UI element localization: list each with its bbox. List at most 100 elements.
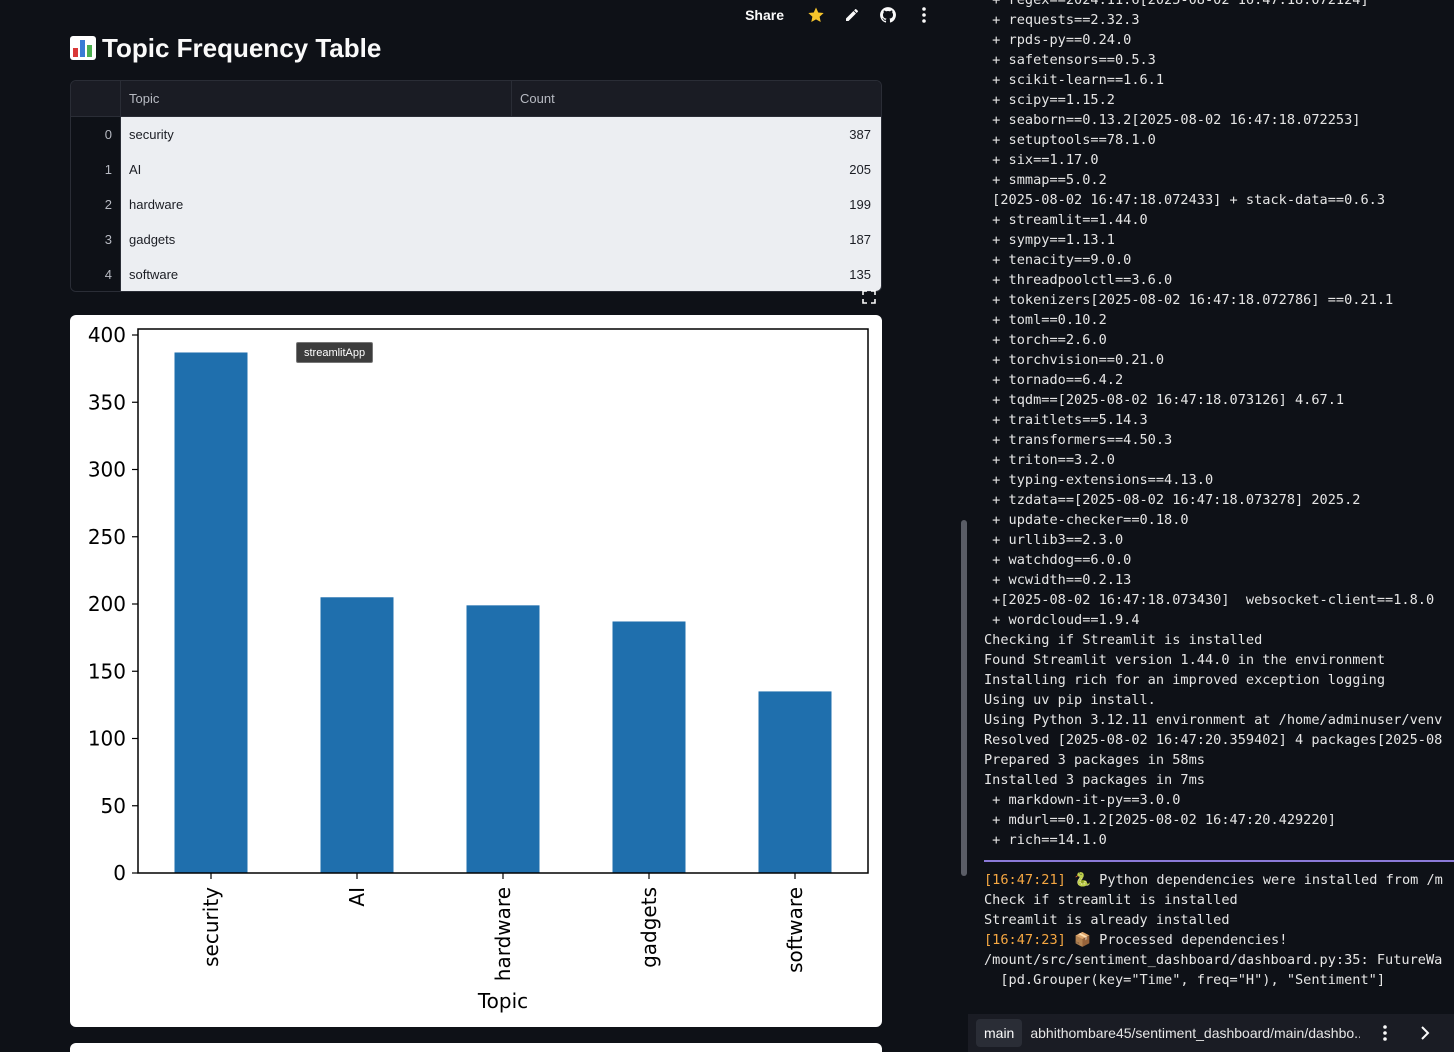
log-line: + requests==2.32.3 <box>984 12 1140 28</box>
count-cell[interactable]: 387 <box>512 117 881 152</box>
topic-cell[interactable]: gadgets <box>121 222 512 257</box>
count-cell[interactable]: 199 <box>512 187 881 222</box>
log-line: Streamlit is already installed <box>984 910 1454 930</box>
more-options-icon[interactable] <box>1370 1018 1400 1048</box>
row-index: 0 <box>71 117 121 152</box>
log-line: [16:47:23] 📦 Processed dependencies! <box>984 930 1454 950</box>
y-tick-label: 50 <box>101 794 126 818</box>
fullscreen-icon[interactable] <box>862 290 876 304</box>
log-line: + traitlets==5.14.3 <box>984 412 1148 428</box>
logs-pane: + regex==2024.11.6[2025-08-02 16:47:18.0… <box>968 0 1454 1052</box>
y-tick-label: 100 <box>88 727 126 751</box>
tooltip: streamlitApp <box>296 342 374 363</box>
bar-hardware <box>466 605 540 873</box>
log-line: + smmap==5.0.2 <box>984 172 1107 188</box>
log-timestamp: [16:47:23] <box>984 932 1066 948</box>
log-line: Check if streamlit is installed <box>984 890 1454 910</box>
log-line: + setuptools==78.1.0 <box>984 132 1156 148</box>
github-icon[interactable] <box>870 0 906 30</box>
log-line: [16:47:21] 🐍 Python dependencies were in… <box>984 870 1454 890</box>
chevron-right-icon[interactable] <box>1410 1018 1440 1048</box>
more-options-icon[interactable] <box>906 0 942 30</box>
log-text: [pd.Grouper(key="Time", freq="H"), "Sent… <box>984 972 1386 988</box>
topic-bar-chart: security AI hardware gadgets software 0 50 100 1… <box>88 323 869 1013</box>
y-tick-label: 350 <box>88 390 126 414</box>
log-line: + wcwidth==0.2.13 <box>984 572 1132 588</box>
y-tick-label: 400 <box>88 323 126 347</box>
bar-security <box>174 352 248 873</box>
bar-software <box>758 691 832 873</box>
table-row[interactable]: 2 hardware 199 <box>71 187 881 222</box>
app-pane: Share Topic Frequency Table Topic Count … <box>0 0 952 1052</box>
topic-cell[interactable]: software <box>121 257 512 291</box>
star-icon[interactable] <box>798 0 834 30</box>
topic-cell[interactable]: AI <box>121 152 512 187</box>
row-index: 2 <box>71 187 121 222</box>
row-index: 3 <box>71 222 121 257</box>
topic-frequency-table[interactable]: Topic Count 0 security 387 1 AI 205 2 hardware 1… <box>70 80 882 292</box>
column-header-topic[interactable]: Topic <box>121 81 512 116</box>
table-header: Topic Count <box>71 81 881 117</box>
log-line: + streamlit==1.44.0 <box>984 212 1148 228</box>
log-line: + six==1.17.0 <box>984 152 1099 168</box>
log-line: + watchdog==6.0.0 <box>984 552 1132 568</box>
log-line: + wordcloud==1.9.4 <box>984 612 1140 628</box>
log-text: 📦 Processed dependencies! <box>1065 932 1288 948</box>
log-line: + torchvision==0.21.0 <box>984 352 1165 368</box>
log-line: Using uv pip install. <box>984 692 1156 708</box>
log-scrollbar[interactable] <box>961 520 967 876</box>
log-line: + tzdata==[2025-08-02 16:47:18.073278] 2… <box>984 492 1361 508</box>
count-cell[interactable]: 187 <box>512 222 881 257</box>
log-line: Resolved [2025-08-02 16:47:20.359402] 4 … <box>984 732 1443 748</box>
column-header-index[interactable] <box>71 81 121 116</box>
pencil-icon[interactable] <box>834 0 870 30</box>
log-line: + mdurl==0.1.2[2025-08-02 16:47:20.42922… <box>984 812 1336 828</box>
log-line: + triton==3.2.0 <box>984 452 1115 468</box>
table-row[interactable]: 4 software 135 <box>71 257 881 291</box>
log-text: /mount/src/sentiment_dashboard/dashboard… <box>984 952 1443 968</box>
log-line: [2025-08-02 16:47:18.072433] + stack-dat… <box>984 192 1386 208</box>
log-separator <box>984 850 1454 870</box>
repo-path[interactable]: abhithombare45/sentiment_dashboard/main/… <box>1030 1025 1360 1041</box>
log-line: Prepared 3 packages in 58ms <box>984 752 1205 768</box>
log-line: + toml==0.10.2 <box>984 312 1107 328</box>
log-line: + torch==2.6.0 <box>984 332 1107 348</box>
topic-cell[interactable]: hardware <box>121 187 512 222</box>
x-tick-label: security <box>199 887 223 967</box>
log-line: Installed 3 packages in 7ms <box>984 772 1205 788</box>
bar-AI <box>320 597 394 873</box>
share-button[interactable]: Share <box>745 7 784 23</box>
count-cell[interactable]: 135 <box>512 257 881 291</box>
column-header-count[interactable]: Count <box>512 81 881 116</box>
y-tick-label: 250 <box>88 525 126 549</box>
log-line: /mount/src/sentiment_dashboard/dashboard… <box>984 950 1454 970</box>
table-row[interactable]: 1 AI 205 <box>71 152 881 187</box>
branch-badge[interactable]: main <box>976 1019 1023 1047</box>
x-tick-label: software <box>783 887 807 973</box>
y-tick-label: 150 <box>88 659 126 683</box>
table-row[interactable]: 0 security 387 <box>71 117 881 152</box>
topic-cell[interactable]: security <box>121 117 512 152</box>
log-line: Checking if Streamlit is installed <box>984 632 1263 648</box>
log-line: + tqdm==[2025-08-02 16:47:18.073126] 4.6… <box>984 392 1345 408</box>
log-line: + sympy==1.13.1 <box>984 232 1115 248</box>
log-output: + regex==2024.11.6[2025-08-02 16:47:18.0… <box>984 0 1454 990</box>
x-axis-label: Topic <box>477 989 528 1013</box>
next-card <box>70 1043 882 1052</box>
log-line: + regex==2024.11.6[2025-08-02 16:47:18.0… <box>984 0 1369 8</box>
log-timestamp: [16:47:21] <box>984 872 1066 888</box>
bar-gadgets <box>612 621 686 873</box>
page-title-text: Topic Frequency Table <box>102 32 382 63</box>
log-line: + update-checker==0.18.0 <box>984 512 1189 528</box>
log-line: + seaborn==0.13.2[2025-08-02 16:47:18.07… <box>984 112 1361 128</box>
log-text: 🐍 Python dependencies were installed fro… <box>1065 872 1443 888</box>
bar-chart-card: security AI hardware gadgets software 0 50 100 1… <box>70 315 882 1027</box>
log-line: Installing rich for an improved exceptio… <box>984 672 1386 688</box>
log-line: [pd.Grouper(key="Time", freq="H"), "Sent… <box>984 970 1454 990</box>
log-footer: main abhithombare45/sentiment_dashboard/… <box>968 1014 1454 1052</box>
log-line: + tokenizers[2025-08-02 16:47:18.072786]… <box>984 292 1394 308</box>
y-tick-label: 0 <box>113 861 126 885</box>
count-cell[interactable]: 205 <box>512 152 881 187</box>
table-row[interactable]: 3 gadgets 187 <box>71 222 881 257</box>
x-tick-label: AI <box>345 887 369 907</box>
